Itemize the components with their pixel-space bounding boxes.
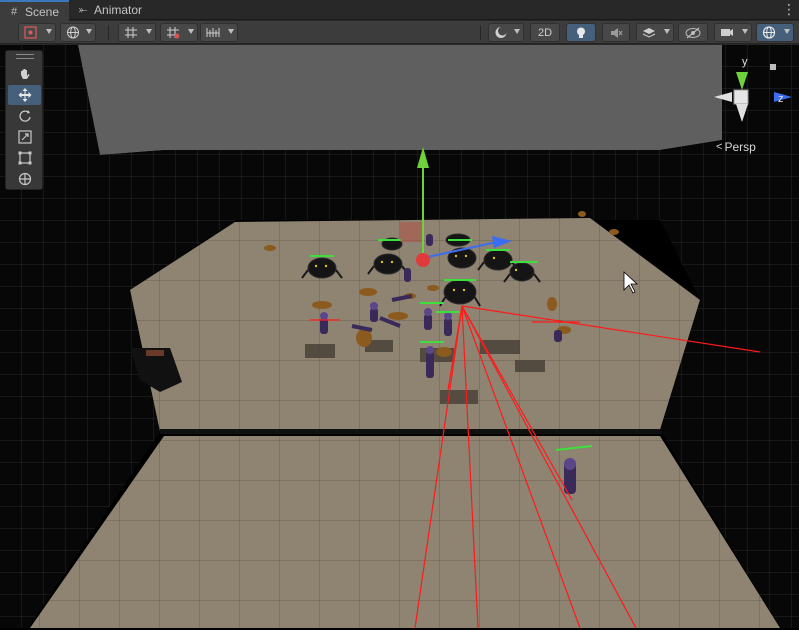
rect-transform-icon xyxy=(18,151,31,165)
hidden-objects-toggle[interactable] xyxy=(678,23,708,42)
global-local-dropdown[interactable] xyxy=(60,23,96,42)
projection-label: Persp xyxy=(724,140,756,154)
grid-snapping-dropdown[interactable] xyxy=(118,23,156,42)
gizmo-center-cube[interactable] xyxy=(733,89,749,105)
gizmo-y-label: y xyxy=(742,56,748,68)
persp-chevron-icon: < xyxy=(716,141,723,153)
grid-snap-icon xyxy=(125,27,137,38)
editor-tab-bar: # Scene ⤜ Animator ⋮ xyxy=(0,0,799,21)
tab-scene[interactable]: # Scene xyxy=(0,0,70,21)
hand-tool-button[interactable] xyxy=(8,64,41,84)
tab-animator[interactable]: ⤜ Animator xyxy=(69,0,152,20)
move-arrows-icon xyxy=(18,88,31,102)
tools-grip-handle[interactable] xyxy=(16,54,34,59)
tab-scene-label: Scene xyxy=(25,4,60,19)
scale-tool-button[interactable] xyxy=(8,127,41,147)
effects-layers-icon xyxy=(642,28,656,38)
tools-overlay xyxy=(5,50,43,190)
scene-toolbar: 2D xyxy=(0,21,799,44)
globe-icon xyxy=(67,26,79,39)
gizmo-z-label: z xyxy=(778,93,784,105)
gizmos-dropdown[interactable] xyxy=(756,23,794,42)
gizmo-y-neg-cone[interactable] xyxy=(736,104,748,122)
hand-icon xyxy=(20,69,30,79)
draw-mode-icon xyxy=(24,26,37,39)
audio-toggle[interactable] xyxy=(602,23,630,42)
shading-mode-dropdown[interactable] xyxy=(488,23,524,42)
camera-icon xyxy=(721,29,733,36)
projection-toggle[interactable]: < Persp xyxy=(716,140,756,154)
increment-snap-icon xyxy=(167,27,180,39)
tab-animator-label: Animator xyxy=(94,3,143,17)
scale-icon xyxy=(17,130,32,144)
scene-render xyxy=(0,45,799,630)
tab-menu-icon[interactable]: ⋮ xyxy=(779,0,799,19)
rotate-icon xyxy=(18,110,31,122)
rotate-tool-button[interactable] xyxy=(8,106,41,126)
snap-settings-dropdown[interactable] xyxy=(200,23,238,42)
back-wall xyxy=(165,150,660,230)
toggle-2d-button[interactable]: 2D xyxy=(530,23,560,42)
draw-mode-dropdown[interactable] xyxy=(18,23,56,42)
gizmo-y-cone[interactable] xyxy=(736,72,748,90)
gizmo-lock-icon[interactable] xyxy=(770,64,776,70)
scene-viewport[interactable]: y z < Persp xyxy=(0,45,799,630)
gizmo-x-neg-cone[interactable] xyxy=(714,92,732,102)
effects-dropdown[interactable] xyxy=(636,23,674,42)
speaker-muted-icon xyxy=(611,27,623,38)
increment-snap-dropdown[interactable] xyxy=(160,23,198,42)
move-tool-button[interactable] xyxy=(8,85,41,105)
eye-slash-icon xyxy=(685,27,701,38)
animator-icon: ⤜ xyxy=(78,3,88,16)
toggle-2d-label: 2D xyxy=(537,26,553,39)
shading-sphere-icon xyxy=(495,26,507,38)
move-gizmo-x-handle[interactable] xyxy=(416,253,430,267)
scene-grid-icon: # xyxy=(10,5,18,18)
floor-upper xyxy=(130,218,700,432)
transform-tool-button[interactable] xyxy=(8,169,41,189)
sky-ceiling xyxy=(78,45,722,155)
ruler-icon xyxy=(206,28,220,37)
lightbulb-icon xyxy=(577,27,585,38)
gizmos-globe-icon xyxy=(762,26,776,39)
lighting-toggle[interactable] xyxy=(566,23,596,42)
transform-icon xyxy=(18,172,31,186)
camera-dropdown[interactable] xyxy=(714,23,752,42)
rect-tool-button[interactable] xyxy=(8,148,41,168)
